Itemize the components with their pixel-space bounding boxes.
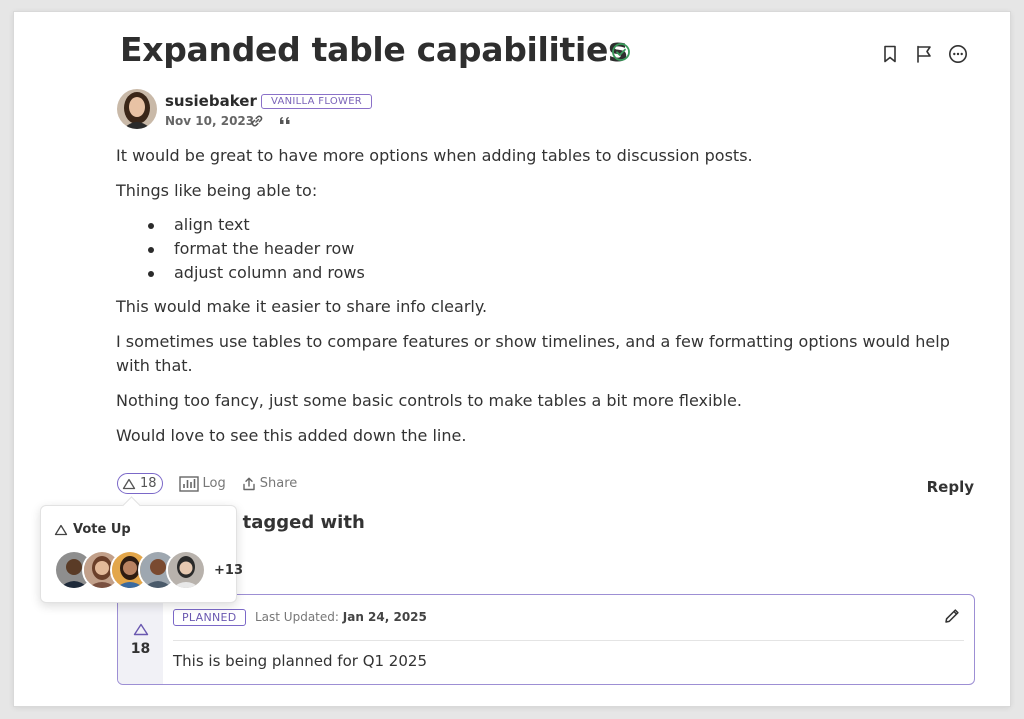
- status-vote[interactable]: 18: [118, 595, 163, 684]
- status-card: 18 PLANNED Last Updated: Jan 24, 2025 Th…: [117, 594, 975, 685]
- author-name[interactable]: susiebaker: [165, 92, 257, 110]
- bookmark-icon[interactable]: [880, 44, 900, 64]
- post-list: align text format the header row adjust …: [146, 213, 951, 285]
- post-paragraph: Nothing too fancy, just some basic contr…: [116, 391, 742, 410]
- post-frame: Expanded table capabilities susiebaker V…: [14, 12, 1010, 706]
- post-body: It would be great to have more options w…: [116, 144, 951, 459]
- popover-title: Vote Up: [54, 522, 131, 537]
- more-voters-count[interactable]: +13: [214, 563, 243, 578]
- log-label: Log: [202, 476, 226, 491]
- list-item: format the header row: [146, 237, 951, 261]
- link-icon[interactable]: [249, 113, 265, 129]
- more-options-icon[interactable]: [948, 44, 968, 64]
- vote-up-button[interactable]: 18: [117, 473, 163, 494]
- log-button[interactable]: Log: [178, 475, 226, 492]
- voter-avatar[interactable]: [166, 550, 206, 590]
- vote-up-icon: [54, 524, 68, 535]
- post-date: Nov 10, 2023: [165, 114, 255, 128]
- post-paragraph: Would love to see this added down the li…: [116, 426, 467, 445]
- quote-icon[interactable]: [277, 113, 293, 129]
- vote-up-popover: Vote Up +13: [40, 505, 243, 603]
- vote-up-icon: [133, 623, 148, 636]
- share-icon: [243, 477, 255, 490]
- post-paragraph: It would be great to have more options w…: [116, 146, 753, 165]
- rank-badge: VANILLA FLOWER: [261, 94, 373, 109]
- status-vote-count: 18: [130, 641, 151, 657]
- vote-up-icon: [122, 478, 136, 489]
- list-item: align text: [146, 213, 951, 237]
- flag-icon[interactable]: [914, 44, 934, 64]
- post-paragraph: I sometimes use tables to compare featur…: [116, 332, 950, 375]
- edit-pencil-icon[interactable]: [943, 607, 961, 625]
- page-title: Expanded table capabilities: [120, 30, 628, 69]
- share-button[interactable]: Share: [242, 476, 298, 491]
- voter-list: +13: [54, 550, 243, 590]
- post-actions: [880, 44, 968, 64]
- last-updated-label: Last Updated:: [255, 610, 339, 624]
- share-label: Share: [259, 476, 298, 491]
- log-chart-icon: [178, 475, 199, 492]
- status-text: This is being planned for Q1 2025: [173, 652, 427, 670]
- post-paragraph: Things like being able to:: [116, 181, 318, 200]
- reaction-bar: 18 Log Share: [117, 473, 297, 494]
- popover-title-text: Vote Up: [73, 522, 131, 537]
- author-avatar[interactable]: [117, 89, 157, 129]
- list-item: adjust column and rows: [146, 261, 951, 285]
- vote-count: 18: [140, 476, 157, 491]
- check-circle-icon: [612, 43, 630, 61]
- reply-button[interactable]: Reply: [927, 478, 974, 496]
- divider: [173, 640, 964, 641]
- last-updated: Last Updated: Jan 24, 2025: [255, 610, 427, 624]
- last-updated-date: Jan 24, 2025: [342, 610, 427, 624]
- status-badge: PLANNED: [173, 609, 246, 626]
- post-paragraph: This would make it easier to share info …: [116, 297, 488, 316]
